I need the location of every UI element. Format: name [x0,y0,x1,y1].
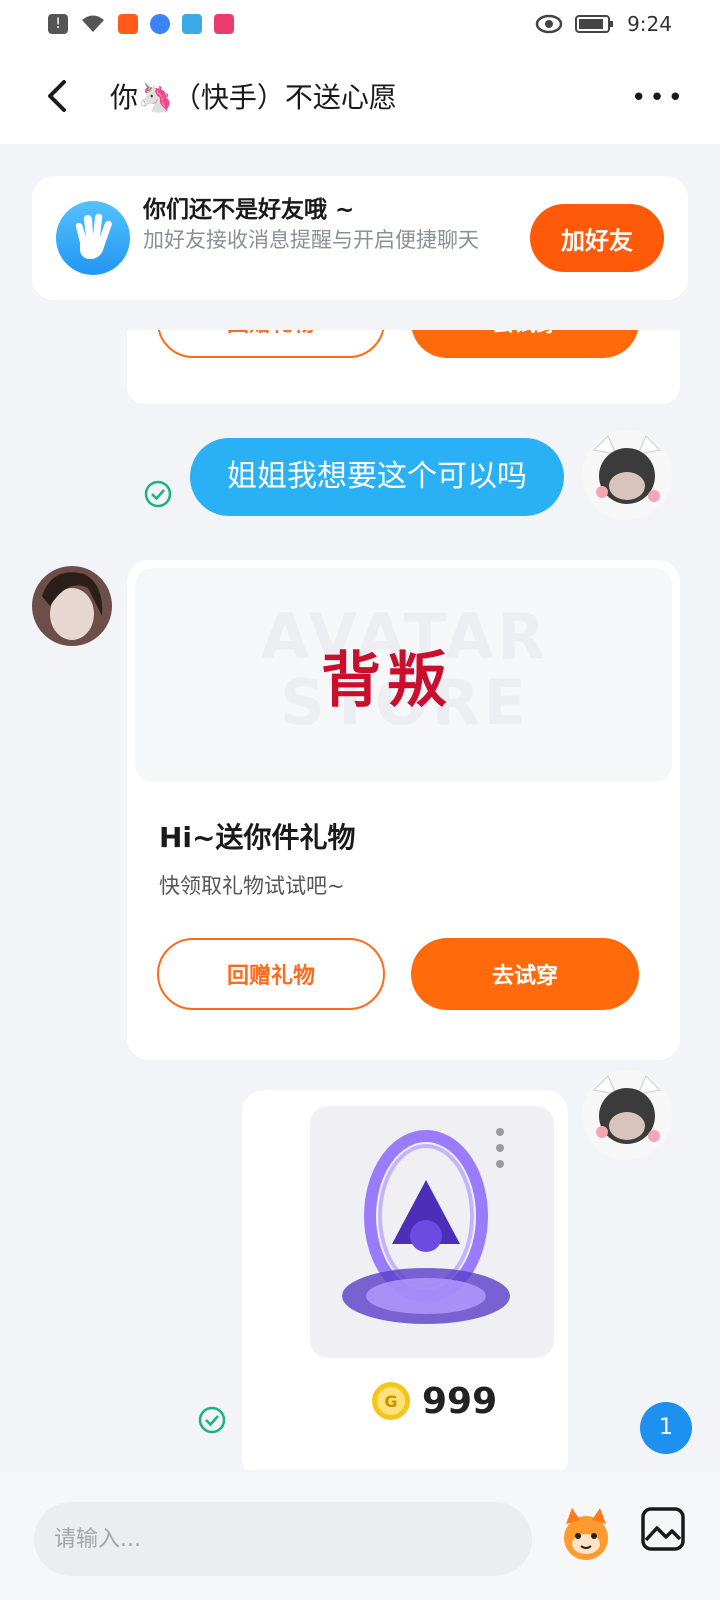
add-friend-button[interactable]: 加好友 [530,204,664,272]
alert-icon: ! [48,14,68,34]
partial-gift-card: 回赠礼物 去试穿 [127,330,680,404]
gift-card-title: Hi~送你件礼物 [159,821,356,854]
item-price: G 999 [370,1380,497,1422]
eye-icon [535,14,563,34]
status-right: 9:24 [535,12,672,36]
friend-notice-card: 你们还不是好友哦 ~ 加好友接收消息提醒与开启便捷聊天 加好友 [32,176,688,300]
svg-text:G: G [384,1392,397,1411]
read-check-icon [144,480,172,508]
app-notify-icon-2 [150,14,170,34]
gift-banner: AVATAR STORE 背叛 [135,568,672,782]
wave-hand-icon [56,201,130,275]
unread-count-badge[interactable]: 1 [640,1402,692,1454]
status-time: 9:24 [627,12,672,36]
coin-icon: G [372,1382,410,1420]
message-input[interactable] [34,1502,532,1576]
contact-avatar[interactable] [32,566,112,646]
gift-card-subtitle: 快领取礼物试试吧~ [159,874,345,898]
app-notify-icon-4 [214,14,234,34]
chat-header: 你🦄（快手）不送心愿 ••• [0,48,720,144]
return-gift-button-partial[interactable]: 回赠礼物 [157,330,385,358]
item-image [310,1106,554,1358]
text-message-bubble[interactable]: 姐姐我想要这个可以吗 [190,438,564,516]
try-on-button-partial[interactable]: 去试穿 [411,330,639,358]
status-bar: ! 9:24 [0,0,720,48]
my-avatar[interactable] [582,430,672,520]
app-notify-icon-3 [182,14,202,34]
my-avatar-2[interactable] [582,1070,672,1160]
image-picker-icon[interactable] [640,1506,686,1552]
more-icon[interactable]: ••• [631,83,686,113]
item-message-card[interactable]: G 999 [242,1090,568,1470]
friend-notice-desc: 加好友接收消息提醒与开启便捷聊天 [143,228,479,252]
back-icon[interactable] [38,76,78,116]
composer-bar [0,1472,720,1600]
emoji-icon[interactable] [554,1502,618,1566]
read-check-icon-2 [198,1406,226,1434]
gift-message-card[interactable]: AVATAR STORE 背叛 Hi~送你件礼物 快领取礼物试试吧~ 回赠礼物 … [127,560,680,1060]
friend-notice-title: 你们还不是好友哦 ~ [143,197,355,223]
try-on-button[interactable]: 去试穿 [411,938,639,1010]
battery-icon [575,15,614,33]
app-notify-icon-1 [118,14,138,34]
chat-title: 你🦄（快手）不送心愿 [110,81,397,114]
chat-message-list[interactable]: 回赠礼物 去试穿 姐姐我想要这个可以吗 AVATAR STORE 背叛 Hi~送… [0,330,720,1470]
status-left: ! [48,14,234,34]
return-gift-button[interactable]: 回赠礼物 [157,938,385,1010]
item-price-value: 999 [422,1380,498,1422]
wifi-icon [82,15,104,32]
banner-text: 背叛 [321,646,453,716]
